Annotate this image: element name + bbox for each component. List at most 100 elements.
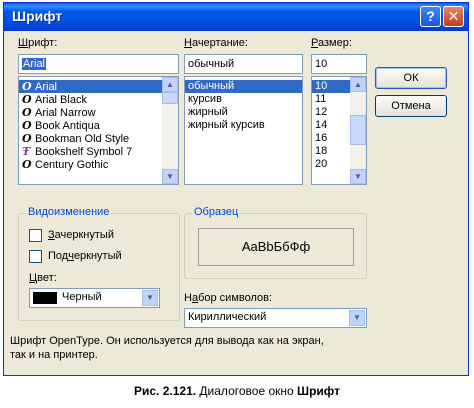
color-label-accesskey: Ц <box>29 272 38 284</box>
font-item-label: Arial <box>35 81 58 93</box>
size-item-label: 12 <box>315 106 328 118</box>
underline-label[interactable]: Подчеркнутый <box>48 250 122 262</box>
font-list-item[interactable]: O Arial Black <box>19 93 178 106</box>
font-list-item[interactable]: O Arial <box>19 80 178 93</box>
scroll-thumb[interactable] <box>162 92 178 104</box>
ok-button[interactable]: ОК <box>375 67 447 89</box>
cancel-button[interactable]: Отмена <box>375 95 447 117</box>
font-label: Шрифт: <box>18 37 57 49</box>
figure-caption: Рис. 2.121. Диалоговое окно Шрифт <box>0 384 474 398</box>
scroll-down-icon[interactable]: ▼ <box>350 169 366 184</box>
size-label-accesskey: Р <box>311 37 318 49</box>
font-label-text: рифт: <box>28 37 58 49</box>
font-list-scrollbar[interactable]: ▲ ▼ <box>162 77 178 184</box>
chevron-down-icon[interactable]: ▼ <box>349 310 365 326</box>
color-label: Цвет: <box>29 272 57 284</box>
size-list-scrollbar[interactable]: ▲ ▼ <box>350 77 366 184</box>
charset-label-text: бор символов: <box>198 292 273 304</box>
font-list-item[interactable]: O Century Gothic <box>19 158 178 171</box>
font-item-label: Arial Narrow <box>35 107 96 119</box>
size-item-label: 11 <box>315 93 327 105</box>
help-button[interactable]: ? <box>420 6 441 27</box>
window-title: Шрифт <box>12 8 63 24</box>
font-item-label: Book Antiqua <box>35 120 100 132</box>
size-input-value: 10 <box>315 58 328 70</box>
font-list-item[interactable]: O Bookman Old Style <box>19 132 178 145</box>
style-label: Начертание: <box>184 37 248 49</box>
size-item-label: 16 <box>315 132 328 144</box>
underline-checkbox[interactable] <box>29 250 42 263</box>
style-item-label: курсив <box>188 93 222 105</box>
style-list[interactable]: обычный курсив жирный жирный курсив <box>184 76 303 185</box>
caption-number: Рис. 2.121. <box>134 384 197 398</box>
font-description: Шрифт OpenType. Он используется для выво… <box>10 334 324 362</box>
size-item-label: 20 <box>315 158 328 170</box>
size-list[interactable]: 10 11 12 14 16 18 20 ▲ ▼ <box>311 76 367 185</box>
style-list-item[interactable]: курсив <box>185 93 302 106</box>
sample-preview: AaBbБбФф <box>198 228 354 266</box>
font-list-item[interactable]: O Book Antiqua <box>19 119 178 132</box>
opentype-font-icon: O <box>22 80 32 93</box>
font-list-item[interactable]: Ŧ Bookshelf Symbol 7 <box>19 145 178 158</box>
opentype-font-icon: O <box>22 158 32 171</box>
strikethrough-accesskey: З <box>48 229 55 241</box>
style-item-label: жирный <box>188 106 228 118</box>
font-item-label: Century Gothic <box>35 159 109 171</box>
size-label-text: азмер: <box>317 37 352 49</box>
style-list-item[interactable]: обычный <box>185 80 302 93</box>
style-item-label: обычный <box>188 80 235 92</box>
font-dialog: Шрифт ? ✕ Шрифт: Arial O Arial O Arial Blac… <box>3 2 469 376</box>
title-bar[interactable]: Шрифт ? ✕ <box>4 3 468 31</box>
font-item-label: Arial Black <box>35 94 87 106</box>
sample-legend: Образец <box>192 206 241 218</box>
font-input-value: Arial <box>22 58 47 70</box>
strikethrough-checkbox[interactable] <box>29 229 42 242</box>
scroll-down-icon[interactable]: ▼ <box>162 169 178 184</box>
color-swatch <box>33 292 57 304</box>
style-item-label: жирный курсив <box>188 119 265 131</box>
strikethrough-text: ачеркнутый <box>54 229 114 241</box>
font-list-item[interactable]: O Arial Narrow <box>19 106 178 119</box>
scroll-up-icon[interactable]: ▲ <box>162 77 178 92</box>
style-input-value: обычный <box>188 58 235 70</box>
font-item-label: Bookman Old Style <box>35 133 130 145</box>
effects-legend: Видоизменение <box>26 206 112 218</box>
charset-select-value: Кириллический <box>188 311 267 323</box>
font-list[interactable]: O Arial O Arial Black O Arial Narrow O Book Ant… <box>18 76 179 185</box>
font-item-label: Bookshelf Symbol 7 <box>35 146 133 158</box>
caption-bold: Шрифт <box>297 384 340 398</box>
underline-prefix: Под <box>48 250 69 262</box>
description-line-2: так и на принтер. <box>10 349 98 361</box>
opentype-font-icon: O <box>22 132 32 145</box>
scroll-thumb[interactable] <box>350 115 366 145</box>
style-input[interactable]: обычный <box>184 54 303 74</box>
scroll-up-icon[interactable]: ▲ <box>350 77 366 92</box>
size-item-label: 14 <box>315 119 328 131</box>
style-label-accesskey: Н <box>184 37 192 49</box>
close-button[interactable]: ✕ <box>443 6 464 27</box>
underline-text: еркнутый <box>73 250 122 262</box>
color-label-text: вет: <box>37 272 57 284</box>
charset-label: Набор символов: <box>184 292 272 304</box>
strikethrough-label[interactable]: Зачеркнутый <box>48 229 114 241</box>
size-item-label: 10 <box>315 80 328 92</box>
size-input[interactable]: 10 <box>311 54 367 74</box>
color-select-value: Черный <box>62 291 102 303</box>
font-label-accesskey: Ш <box>18 37 29 49</box>
caption-text: Диалоговое окно <box>196 384 298 398</box>
opentype-font-icon: O <box>22 106 32 119</box>
description-line-1: Шрифт OpenType. Он используется для выво… <box>10 335 324 347</box>
charset-select[interactable]: Кириллический ▼ <box>184 308 367 328</box>
opentype-font-icon: O <box>22 93 32 106</box>
opentype-font-icon: O <box>22 119 32 132</box>
style-label-text: ачертание: <box>191 37 248 49</box>
size-item-label: 18 <box>315 145 328 157</box>
chevron-down-icon[interactable]: ▼ <box>142 290 158 306</box>
font-input[interactable]: Arial <box>18 54 179 74</box>
style-list-item[interactable]: жирный <box>185 106 302 119</box>
style-list-item[interactable]: жирный курсив <box>185 119 302 132</box>
size-label: Размер: <box>311 37 352 49</box>
charset-label-prefix: Н <box>184 292 192 304</box>
color-select[interactable]: Черный ▼ <box>29 288 160 308</box>
truetype-symbol-icon: Ŧ <box>22 145 31 158</box>
